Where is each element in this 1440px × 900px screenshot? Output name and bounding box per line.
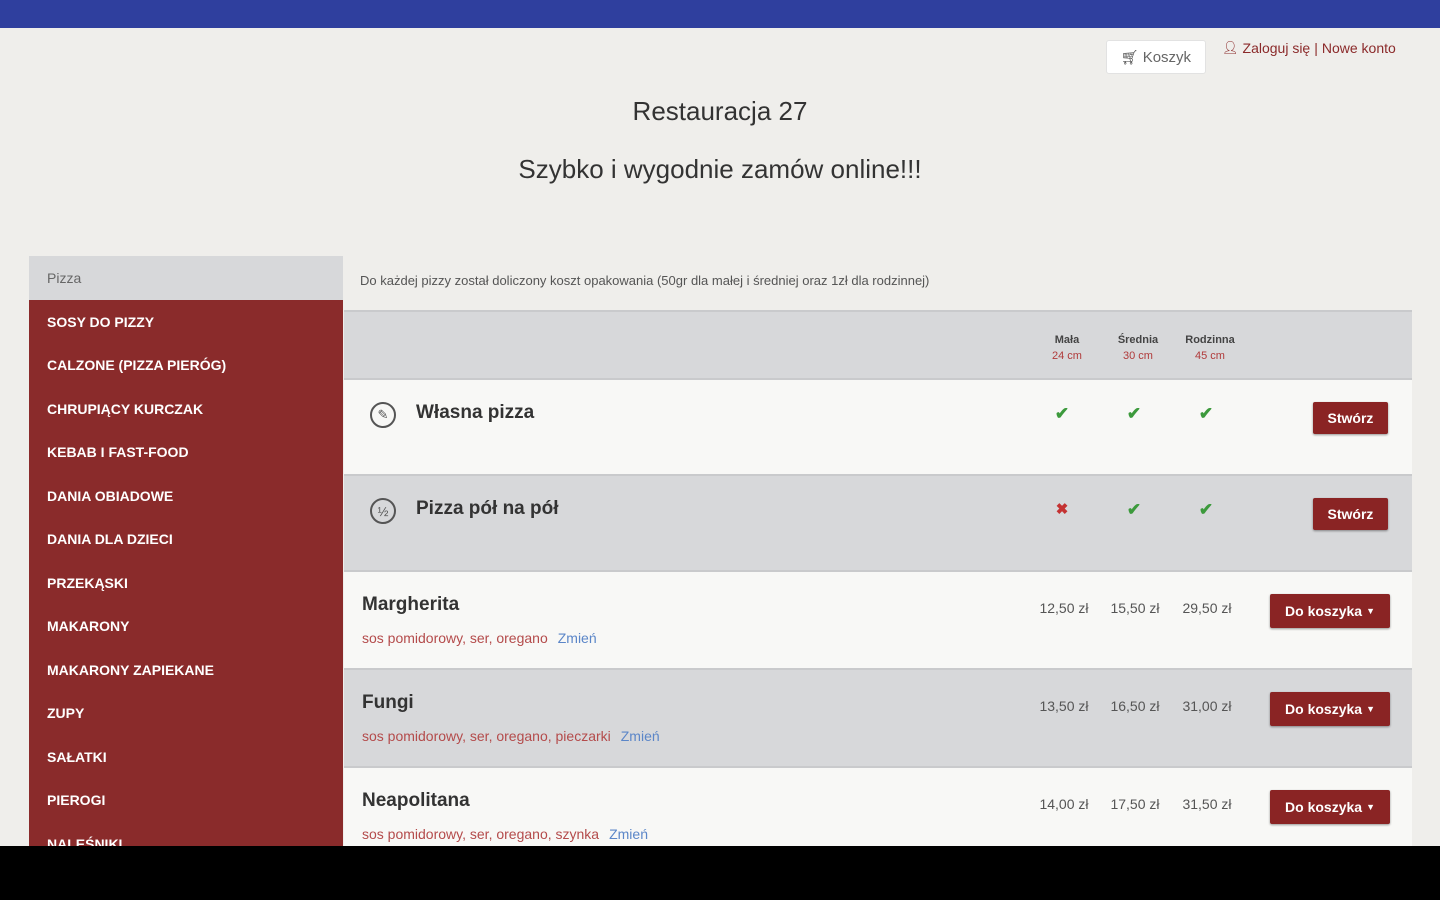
price-small: 13,50 zł (1039, 698, 1089, 714)
sidebar-item[interactable]: DANIA DLA DZIECI (29, 518, 343, 562)
price-family: 29,50 zł (1182, 600, 1232, 616)
pizza-row-fungi: Fungi sos pomidorowy, ser, oregano, piec… (344, 670, 1412, 768)
page: 🛒︎ Koszyk 👤︎ Zaloguj się | Nowe konto Re… (0, 28, 1440, 846)
change-ingredients-link[interactable]: Zmień (558, 630, 597, 646)
price-small: 14,00 zł (1039, 796, 1089, 812)
size-dimension: 45 cm (1195, 350, 1225, 362)
sidebar-item[interactable]: CHRUPIĄCY KURCZAK (29, 387, 343, 431)
price-family: 31,00 zł (1182, 698, 1232, 714)
add-to-cart-label: Do koszyka (1285, 603, 1363, 619)
pizza-name: Neapolitana (362, 790, 470, 811)
available-check-icon: ✔ (1198, 404, 1214, 423)
size-dimension: 24 cm (1052, 350, 1082, 362)
special-name: Pizza pół na pół (416, 498, 559, 519)
available-check-icon: ✔ (1054, 404, 1070, 423)
cart-button[interactable]: 🛒︎ Koszyk (1106, 40, 1206, 74)
sidebar-item[interactable]: NALEŚNIKI (29, 822, 343, 846)
size-name: Mała (1054, 334, 1080, 346)
sidebar-item[interactable]: MAKARONY ZAPIEKANE (29, 648, 343, 692)
packaging-notice: Do każdej pizzy został doliczony koszt o… (360, 273, 930, 288)
sidebar-item-pizza-active[interactable]: Pizza (29, 256, 343, 300)
restaurant-title: Restauracja 27 (632, 96, 808, 126)
pizza-row-margherita: Margherita sos pomidorowy, ser, oregano Z… (344, 572, 1412, 670)
sidebar-item[interactable]: SAŁATKI (29, 735, 343, 779)
caret-down-icon: ▼ (1366, 606, 1375, 616)
cart-icon: 🛒︎ (1120, 48, 1139, 65)
cart-label: Koszyk (1142, 48, 1192, 66)
size-column-small: Mała 24 cm (1032, 332, 1102, 364)
pizza-row-neapolitana: Neapolitana sos pomidorowy, ser, oregano… (344, 768, 1412, 846)
sidebar-item[interactable]: PRZEKĄSKI (29, 561, 343, 605)
login-link[interactable]: Zaloguj się (1243, 40, 1311, 56)
top-bar (0, 0, 1440, 28)
sidebar-item[interactable]: CALZONE (PIZZA PIERÓG) (29, 344, 343, 388)
pencil-icon: ✎ (370, 402, 396, 428)
pizza-ingredients: sos pomidorowy, ser, oregano, szynka Zmie… (362, 826, 648, 842)
unavailable-cross-icon: ✖ (1055, 501, 1069, 518)
add-to-cart-button[interactable]: Do koszyka ▼ (1270, 790, 1390, 824)
create-half-half-button[interactable]: Stwórz (1313, 498, 1388, 530)
pizza-name: Fungi (362, 692, 414, 713)
add-to-cart-label: Do koszyka (1285, 701, 1363, 717)
size-name: Rodzinna (1185, 334, 1235, 346)
pizza-menu: Mała 24 cm Średnia 30 cm Rodzinna 45 cm … (344, 310, 1412, 846)
special-row-half-half: ½ Pizza pół na pół ✖ ✔ ✔ Stwórz (344, 476, 1412, 572)
category-sidebar: Pizza SOSY DO PIZZY CALZONE (PIZZA PIERÓ… (29, 256, 343, 846)
pizza-name: Margherita (362, 594, 460, 615)
pizza-ingredients: sos pomidorowy, ser, oregano Zmień (362, 630, 597, 646)
auth-separator: | (1314, 40, 1318, 56)
change-ingredients-link[interactable]: Zmień (621, 728, 660, 744)
special-row-own-pizza: ✎ Własna pizza ✔ ✔ ✔ Stwórz (344, 380, 1412, 476)
change-ingredients-link[interactable]: Zmień (609, 826, 648, 842)
special-name: Własna pizza (416, 402, 535, 423)
caret-down-icon: ▼ (1366, 704, 1375, 714)
restaurant-subtitle: Szybko i wygodnie zamów online!!! (518, 154, 922, 184)
sidebar-item[interactable]: DANIA OBIADOWE (29, 474, 343, 518)
available-check-icon: ✔ (1198, 500, 1214, 519)
price-small: 12,50 zł (1039, 600, 1089, 616)
create-own-pizza-button[interactable]: Stwórz (1313, 402, 1388, 434)
price-medium: 16,50 zł (1110, 698, 1160, 714)
sidebar-item[interactable]: PIEROGI (29, 779, 343, 823)
price-medium: 17,50 zł (1110, 796, 1160, 812)
pizza-ingredients: sos pomidorowy, ser, oregano, pieczarki Z… (362, 728, 660, 744)
available-check-icon: ✔ (1126, 500, 1142, 519)
available-check-icon: ✔ (1126, 404, 1142, 423)
size-dimension: 30 cm (1123, 350, 1153, 362)
add-to-cart-button[interactable]: Do koszyka ▼ (1270, 692, 1390, 726)
sidebar-item[interactable]: MAKARONY (29, 605, 343, 649)
caret-down-icon: ▼ (1366, 802, 1375, 812)
size-column-medium: Średnia 30 cm (1103, 332, 1173, 364)
price-family: 31,50 zł (1182, 796, 1232, 812)
sidebar-item[interactable]: KEBAB I FAST-FOOD (29, 431, 343, 475)
price-medium: 15,50 zł (1110, 600, 1160, 616)
half-half-icon: ½ (370, 498, 396, 524)
ingredients-text: sos pomidorowy, ser, oregano (362, 630, 548, 646)
user-icon: 👤︎ (1222, 40, 1239, 55)
auth-links: 👤︎ Zaloguj się | Nowe konto (1222, 40, 1396, 56)
add-to-cart-label: Do koszyka (1285, 799, 1363, 815)
add-to-cart-button[interactable]: Do koszyka ▼ (1270, 594, 1390, 628)
register-link[interactable]: Nowe konto (1322, 40, 1396, 56)
size-header-row: Mała 24 cm Średnia 30 cm Rodzinna 45 cm (344, 310, 1412, 380)
sidebar-item[interactable]: SOSY DO PIZZY (29, 300, 343, 344)
size-name: Średnia (1117, 334, 1159, 346)
ingredients-text: sos pomidorowy, ser, oregano, szynka (362, 826, 600, 842)
sidebar-item[interactable]: ZUPY (29, 692, 343, 736)
ingredients-text: sos pomidorowy, ser, oregano, pieczarki (362, 728, 611, 744)
size-column-family: Rodzinna 45 cm (1175, 332, 1245, 364)
